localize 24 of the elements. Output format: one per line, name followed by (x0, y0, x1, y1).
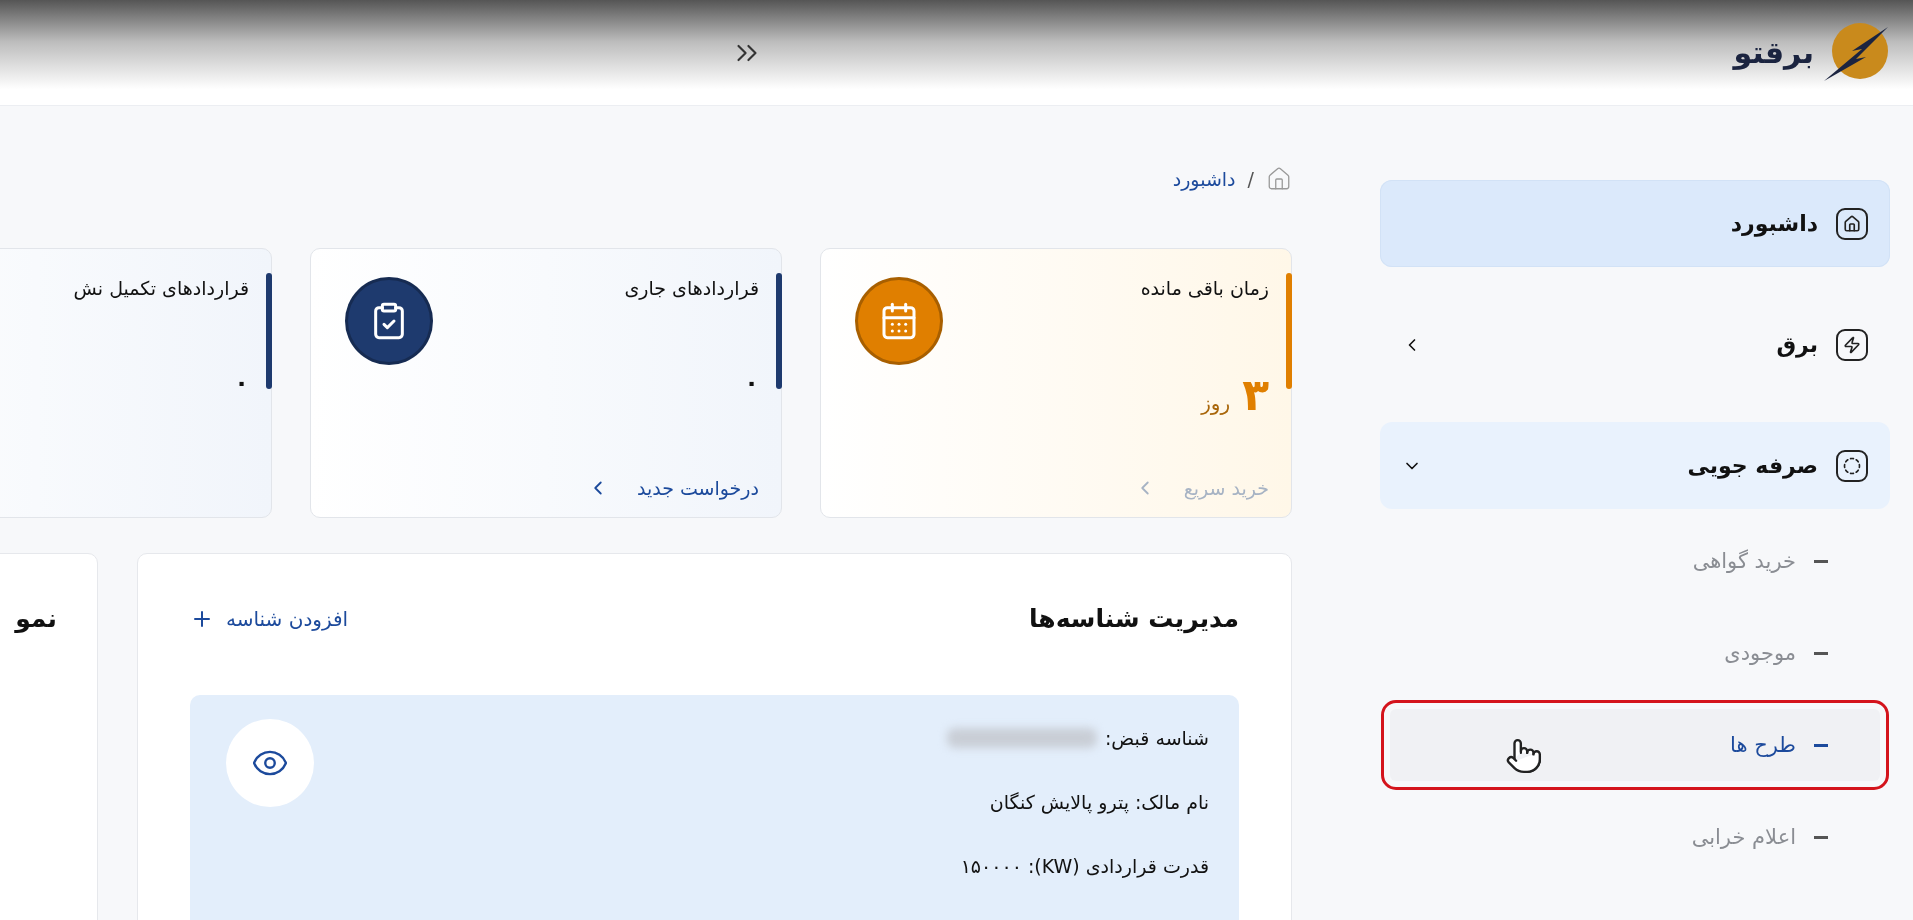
entry-line: نام مالک: پترو پالایش کنگان (988, 790, 1209, 816)
card-title: قراردادهای جاری (624, 277, 759, 299)
sidebar-item[interactable]: داشبورد (1380, 180, 1890, 267)
entry-line: شناسه قبض: (1104, 727, 1209, 749)
sidebar-item[interactable]: برق (1380, 301, 1890, 388)
entry-line: قدرت قراردادی (KW): ۱۵۰۰۰۰ (959, 854, 1209, 880)
card-value: ۰ (744, 369, 759, 397)
card-title: زمان باقی مانده (1140, 277, 1269, 299)
add-id-link[interactable]: افزودن شناسه (190, 606, 349, 631)
card-link[interactable]: درخواست جدید (586, 477, 759, 499)
card-title: قراردادهای تکمیل نش (73, 277, 249, 299)
sidebar-item[interactable]: صرفه جویی (1380, 422, 1890, 509)
card-value: ۳ (1242, 369, 1269, 420)
lightning-icon (1836, 328, 1868, 361)
home-icon[interactable] (1266, 166, 1292, 192)
house-icon (1836, 207, 1868, 240)
card-value: ۰ (234, 369, 249, 397)
panel-title: نمو (15, 604, 57, 633)
breadcrumb-link[interactable]: داشبورد (1172, 168, 1236, 190)
logo-text: برقتو (1733, 35, 1814, 70)
panel-title: مدیریت شناسه‌ها (1028, 604, 1239, 633)
card-unit: روز (1201, 391, 1231, 415)
breadcrumb-separator: / (1247, 168, 1254, 190)
hand-cursor-icon (1505, 737, 1543, 775)
